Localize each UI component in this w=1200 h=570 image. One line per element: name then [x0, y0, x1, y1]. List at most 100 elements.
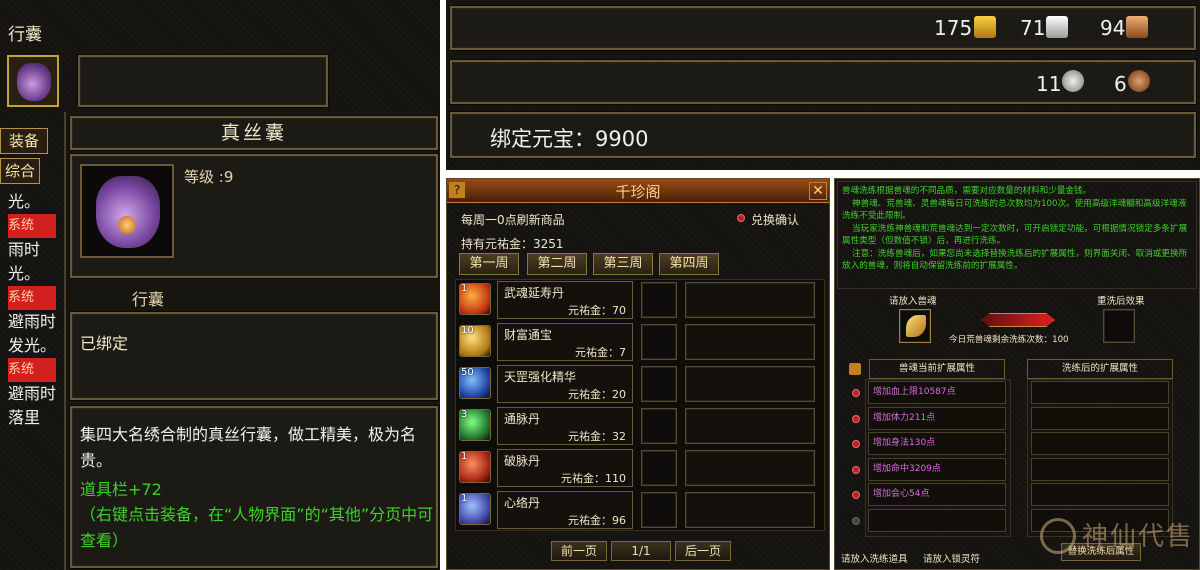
item-name: 通脉丹: [504, 412, 541, 426]
rewash-label: 重洗后效果: [1097, 296, 1145, 307]
item-price: 元祐金：20: [568, 388, 626, 401]
chat-line: 避雨时: [8, 312, 57, 331]
soul-slot[interactable]: [899, 309, 931, 343]
reward-slot[interactable]: [641, 366, 677, 402]
reward-slot[interactable]: [641, 450, 677, 486]
silk-bag-icon: [96, 176, 160, 248]
reward-slot[interactable]: [641, 324, 677, 360]
help-icon[interactable]: [849, 363, 861, 375]
tab-week-4[interactable]: 第四周: [659, 253, 719, 275]
after-attr-row: [1031, 432, 1169, 455]
rewash-slot[interactable]: [1103, 309, 1135, 343]
close-icon[interactable]: ✕: [809, 182, 827, 200]
tab-equipment[interactable]: 装备: [0, 128, 48, 154]
item-name: 天罡强化精华: [504, 370, 577, 384]
chat-line: 避雨时: [8, 384, 57, 403]
after-attr-row: [1031, 381, 1169, 404]
tab-week-3[interactable]: 第三周: [593, 253, 653, 275]
shop-item-row[interactable]: 50 天罡强化精华元祐金：20: [457, 365, 823, 405]
prev-page-button[interactable]: 前一页: [551, 541, 607, 561]
current-attr-row: 增加体力211点: [868, 406, 1006, 430]
reward-slot[interactable]: [641, 282, 677, 318]
item-count: 3: [461, 409, 468, 420]
tab-general[interactable]: 综合: [0, 158, 40, 184]
description-box: 集四大名绣合制的真丝行囊，做工精美，极为名贵。 道具栏+72 （右键点击装备，在…: [70, 406, 438, 568]
system-badge: 系统: [8, 286, 56, 310]
lock-radio[interactable]: [852, 414, 860, 423]
shop-item-row[interactable]: 1 武魂延寿丹 元祐金：70: [457, 281, 823, 321]
reward-info-box: [685, 366, 815, 402]
current-attr-header: 兽魂当前扩展属性: [869, 359, 1005, 379]
item-count: 1: [461, 283, 468, 294]
wash-arrow-icon: [981, 313, 1055, 327]
bag-slot[interactable]: [7, 55, 59, 107]
item-price: 元祐金：32: [568, 430, 626, 443]
bind-status: 已绑定: [80, 334, 129, 353]
item-header-box: 等级 :9: [70, 154, 438, 278]
reward-slot[interactable]: [641, 408, 677, 444]
footer-wash-item: 请放入洗练道具: [841, 554, 908, 565]
watermark: 神仙代售: [1040, 512, 1196, 566]
item-count: 10: [461, 325, 474, 336]
chat-line: 发光。: [8, 336, 57, 355]
confirm-label[interactable]: 兑换确认: [751, 211, 799, 228]
lock-radio[interactable]: [852, 389, 860, 397]
shop-panel: ? 千珍阁 ✕ 每周一0点刷新商品 兑换确认 持有元祐金：3251 第一周 第二…: [446, 178, 830, 570]
reward-info-box: [685, 324, 815, 360]
shop-item-row[interactable]: 3 通脉丹元祐金：32: [457, 407, 823, 447]
bag-info-box: [78, 55, 328, 107]
after-attr-row: [1031, 457, 1169, 481]
gold-amount: 175: [934, 16, 973, 40]
watermark-logo-icon: [1040, 518, 1076, 554]
lock-radio[interactable]: [852, 516, 860, 525]
item-price: 元祐金：96: [568, 514, 626, 527]
silver-ingot-icon: [1046, 16, 1068, 38]
reward-slot[interactable]: [641, 492, 677, 528]
lock-radio[interactable]: [852, 491, 860, 499]
chat-line: 落里: [8, 408, 41, 427]
currency-panel: 175 71 94 11 6 绑定元宝：9900: [446, 0, 1200, 170]
item-price: 元祐金：110: [561, 472, 626, 485]
tab-week-1[interactable]: 第一周: [459, 253, 519, 275]
coin-b-amount: 6: [1114, 72, 1127, 96]
gold-ingot-icon: [974, 16, 996, 38]
item-count: 50: [461, 367, 474, 378]
confirm-radio[interactable]: [737, 214, 745, 222]
item-name-box: 财富通宝 元祐金：7: [497, 323, 633, 361]
after-attr-row: [1031, 483, 1169, 506]
copper-ingot-icon: [1126, 16, 1148, 38]
reward-info-box: [685, 492, 815, 528]
item-name: 心络丹: [504, 496, 541, 510]
item-price: 元祐金：7: [575, 346, 626, 359]
copper-coin-icon: [1128, 70, 1150, 92]
item-hint: （右键点击装备，在“人物界面”的“其他”分页中可查看）: [80, 505, 434, 550]
intro-box: 兽魂洗练根据兽魂的不同品质，需要对应数量的材料和少量金钱。 神兽魂、荒兽魂、灵兽…: [837, 181, 1197, 289]
side-chat-log: 光。 系统 雨时 光。 系统 避雨时 发光。 系统 避雨时 落里: [0, 190, 64, 460]
copper-amount: 94: [1100, 16, 1126, 40]
lock-radio[interactable]: [852, 440, 860, 448]
bag-title: 行囊: [8, 25, 42, 45]
shop-item-row[interactable]: 1 心络丹 元祐金：96: [457, 491, 823, 531]
lock-radio[interactable]: [852, 465, 860, 474]
flower-icon: [118, 216, 136, 234]
silver-amount: 71: [1020, 16, 1046, 40]
current-attr-row: 增加血上限10587点: [868, 381, 1006, 404]
current-attr-row: 增加命中3209点: [868, 457, 1006, 481]
shop-item-row[interactable]: 10 财富通宝 元祐金：7: [457, 323, 823, 363]
next-page-button[interactable]: 后一页: [675, 541, 731, 561]
page-indicator: 1/1: [611, 541, 671, 561]
item-price: 元祐金：70: [568, 304, 626, 317]
after-attr-row: [1031, 406, 1169, 430]
silver-coin-icon: [1062, 70, 1084, 92]
intro-line: 当玩家洗练神兽魂和荒兽魂达到一定次数时，可开启锁定功能，可根据情况锁定多条扩展属…: [842, 223, 1188, 247]
item-description: 集四大名绣合制的真丝行囊，做工精美，极为名贵。: [80, 425, 417, 470]
item-name: 真丝囊: [220, 122, 287, 144]
shop-item-row[interactable]: 1 破脉丹 元祐金：110: [457, 449, 823, 489]
intro-line: 兽魂洗练根据兽魂的不同品质，需要对应数量的材料和少量金钱。: [842, 186, 1092, 196]
currency-row-1: 175 71 94: [450, 6, 1196, 50]
tab-week-2[interactable]: 第二周: [527, 253, 587, 275]
reward-info-box: [685, 450, 815, 486]
put-soul-label: 请放入兽魂: [889, 296, 937, 307]
reward-info-box: [685, 282, 815, 318]
watermark-text: 神仙代售: [1082, 522, 1195, 552]
